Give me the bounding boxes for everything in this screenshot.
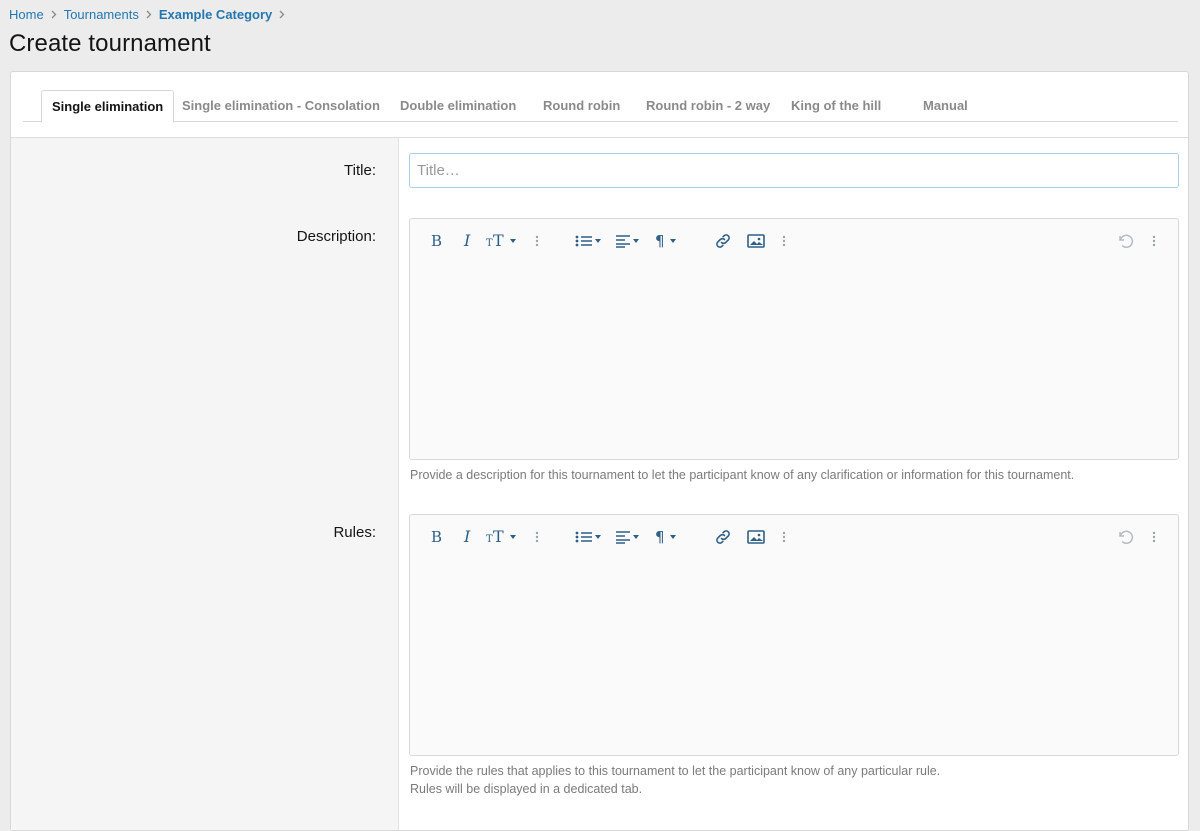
breadcrumb-tournaments[interactable]: Tournaments [64,7,139,22]
paragraph-icon[interactable]: ¶ [654,526,676,548]
more-vertical-icon[interactable] [535,526,539,548]
svg-text:B: B [431,233,442,249]
description-hint: Provide a description for this tournamen… [410,468,1075,482]
bullet-list-icon[interactable] [575,526,601,548]
more-vertical-icon[interactable] [535,230,539,252]
description-text-area[interactable] [410,261,1178,459]
chevron-right-icon [146,10,152,19]
more-vertical-icon[interactable] [1152,230,1156,252]
rules-hint-line-2: Rules will be displayed in a dedicated t… [410,782,643,796]
rules-text-area[interactable] [410,557,1178,755]
image-icon[interactable] [747,526,765,548]
more-vertical-icon[interactable] [782,230,786,252]
description-label: Description: [296,228,376,245]
rules-hint: Provide the rules that applies to this t… [410,762,940,798]
breadcrumb: Home Tournaments Example Category [9,5,292,23]
form-panel: Single elimination Single elimination - … [10,71,1189,831]
svg-text:I: I [463,529,471,545]
description-editor: B I TT ¶ [409,218,1179,460]
more-vertical-icon[interactable] [782,526,786,548]
italic-icon[interactable]: I [462,526,476,548]
paragraph-icon[interactable]: ¶ [654,230,676,252]
bullet-list-icon[interactable] [575,230,601,252]
text-size-icon[interactable]: TT [486,230,516,252]
rules-editor-toolbar: B I TT ¶ [410,515,1178,557]
description-editor-toolbar: B I TT ¶ [410,219,1178,261]
svg-text:T: T [486,534,493,545]
tab-king-of-the-hill[interactable]: King of the hill [791,90,881,122]
tab-round-robin-2-way[interactable]: Round robin - 2 way [646,90,770,122]
title-input[interactable] [409,153,1179,188]
svg-text:¶: ¶ [655,529,665,545]
svg-text:I: I [463,233,471,249]
svg-text:T: T [486,238,493,249]
undo-icon[interactable] [1116,230,1134,252]
page-title: Create tournament [9,30,211,57]
chevron-right-icon [51,10,57,19]
image-icon[interactable] [747,230,765,252]
svg-text:T: T [493,233,504,249]
align-left-icon[interactable] [615,526,639,548]
tab-manual[interactable]: Manual [923,90,968,122]
align-left-icon[interactable] [615,230,639,252]
italic-icon[interactable]: I [462,230,476,252]
bold-icon[interactable]: B [430,230,444,252]
breadcrumb-category[interactable]: Example Category [159,7,272,22]
link-icon[interactable] [714,526,732,548]
rules-label: Rules: [333,524,376,541]
link-icon[interactable] [714,230,732,252]
svg-text:T: T [493,529,504,545]
svg-text:¶: ¶ [655,233,665,249]
rules-hint-line-1: Provide the rules that applies to this t… [410,764,941,778]
tab-single-elimination-consolation[interactable]: Single elimination - Consolation [182,90,380,122]
more-vertical-icon[interactable] [1152,526,1156,548]
tab-bar: Single elimination Single elimination - … [11,72,1188,138]
tab-round-robin[interactable]: Round robin [543,90,620,122]
tab-single-elimination[interactable]: Single elimination [41,90,175,123]
tab-double-elimination[interactable]: Double elimination [400,90,516,122]
chevron-right-icon [279,10,285,19]
undo-icon[interactable] [1116,526,1134,548]
title-label: Title: [344,162,376,179]
svg-text:B: B [431,529,442,545]
bold-icon[interactable]: B [430,526,444,548]
text-size-icon[interactable]: TT [486,526,516,548]
breadcrumb-home[interactable]: Home [9,7,44,22]
rules-editor: B I TT ¶ [409,514,1179,756]
